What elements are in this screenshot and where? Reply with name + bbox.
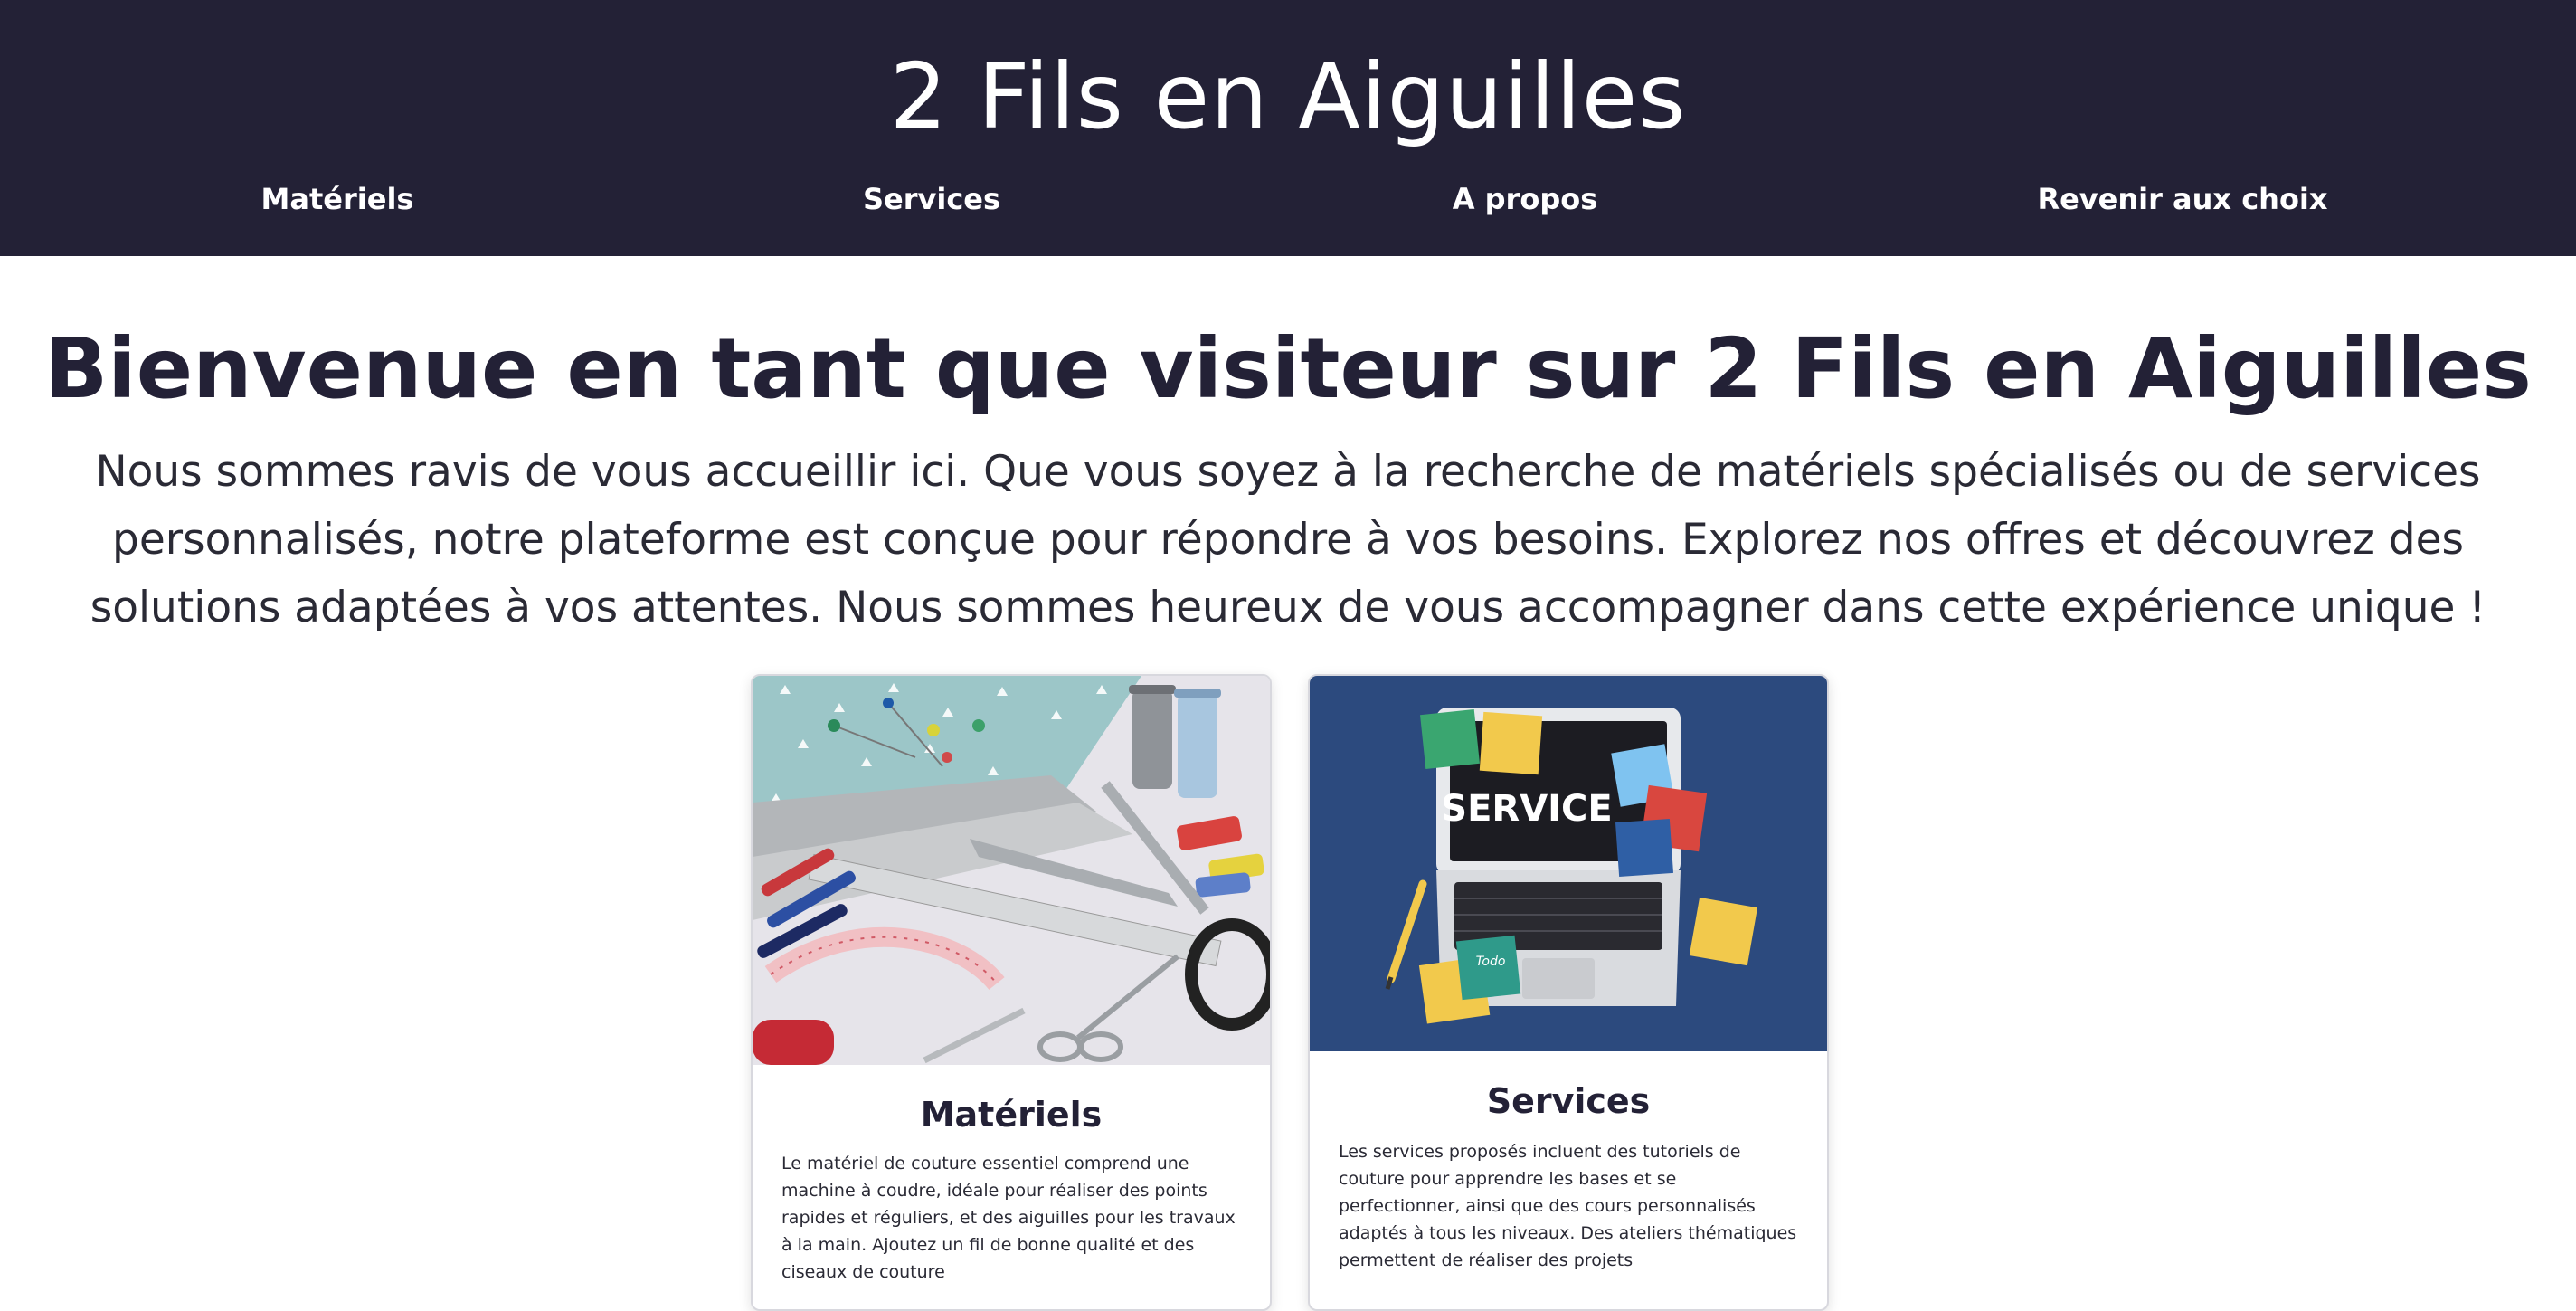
todo-note-text: Todo	[1476, 955, 1506, 969]
nav-link-revenir-aux-choix[interactable]: Revenir aux choix	[2037, 177, 2327, 221]
welcome-title: Bienvenue en tant que visiteur sur 2 Fil…	[44, 320, 2532, 417]
card-title-materiels: Matériels	[920, 1095, 1103, 1135]
service-sign-text: SERVICE	[1441, 788, 1612, 830]
site-header: 2 Fils en Aiguilles Matériels Services A…	[0, 0, 2576, 256]
nav-link-materiels[interactable]: Matériels	[261, 177, 414, 221]
nav-link-services[interactable]: Services	[863, 177, 1000, 221]
service-laptop-image: SERVICE Todo	[1310, 676, 1827, 1051]
sewing-supplies-image	[753, 676, 1270, 1065]
card-text-services: Les services proposés incluent des tutor…	[1339, 1142, 1797, 1270]
card-text-materiels: Le matériel de couture essentiel compren…	[781, 1154, 1236, 1282]
intro-paragraph: Nous sommes ravis de vous accueillir ici…	[90, 447, 2486, 632]
nav-link-a-propos[interactable]: A propos	[1453, 177, 1598, 221]
site-title: 2 Fils en Aiguilles	[889, 43, 1687, 149]
card-services[interactable]: SERVICE Todo Services Les services propo…	[1308, 674, 1829, 1311]
card-materiels[interactable]: Matériels Le matériel de couture essenti…	[751, 674, 1272, 1311]
card-title-services: Services	[1486, 1081, 1651, 1121]
